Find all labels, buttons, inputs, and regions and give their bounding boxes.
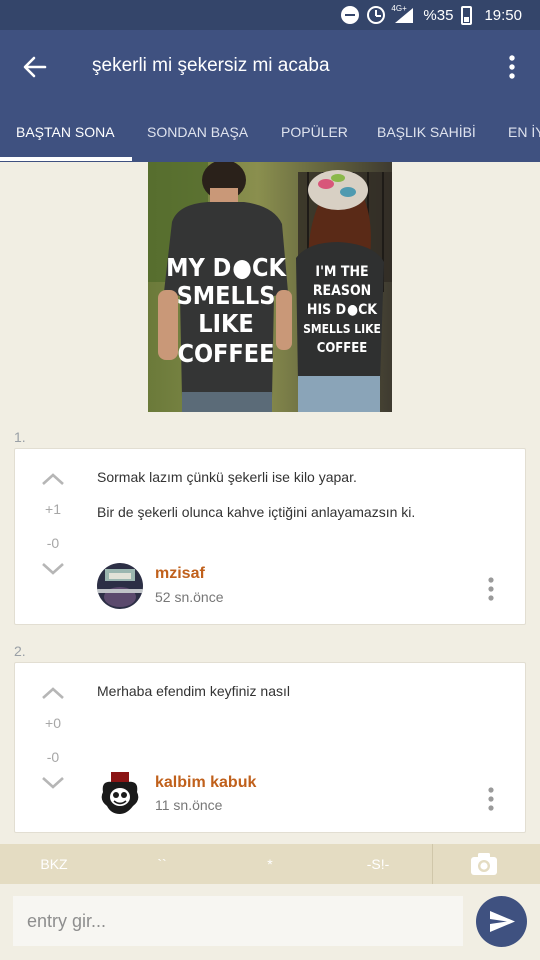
send-button[interactable] <box>476 896 527 947</box>
app-toolbar: şekerli mi şekersiz mi acaba <box>0 30 540 102</box>
more-vertical-icon <box>488 577 494 601</box>
composer <box>0 884 540 960</box>
arrow-left-icon <box>23 56 47 78</box>
left-shirt-line-2: SMELLS <box>177 281 276 310</box>
entry-input[interactable] <box>13 896 463 946</box>
downvote-count: -0 <box>46 535 60 551</box>
clock: 19:50 <box>484 6 522 24</box>
sort-tabs: BAŞTAN SONA SONDAN BAŞA POPÜLER BAŞLIK S… <box>0 102 540 162</box>
downvote-count: -0 <box>46 749 60 765</box>
alarm-icon <box>367 6 386 24</box>
right-shirt-line-1: I'M THE <box>315 264 368 280</box>
entry-time: 52 sn.önce <box>155 589 224 605</box>
avatar[interactable] <box>97 563 143 609</box>
format-toolbar: BKZ `` * -S!- <box>0 844 540 884</box>
entry-text-line: Bir de şekerli olunca kahve içtiğini anl… <box>97 504 416 520</box>
battery-icon <box>461 5 473 25</box>
upvote-button[interactable] <box>39 469 67 494</box>
asterisk-button[interactable]: * <box>238 844 302 884</box>
hidden-bkz-button[interactable]: `` <box>130 844 194 884</box>
more-vertical-icon <box>488 787 494 811</box>
overflow-menu-button[interactable] <box>502 52 522 82</box>
tab-bastan-sona[interactable]: BAŞTAN SONA <box>16 102 115 162</box>
chevron-down-icon <box>42 777 64 789</box>
downvote-button[interactable] <box>39 559 67 584</box>
do-not-disturb-icon <box>341 6 360 24</box>
user-avatar-image <box>97 563 143 609</box>
chevron-down-icon <box>42 563 64 575</box>
signal-icon: 4G+ <box>391 4 415 24</box>
toolbar-divider <box>432 844 433 884</box>
more-vertical-icon <box>509 55 515 79</box>
entry-text-line: Sormak lazım çünkü şekerli ise kilo yapa… <box>97 469 357 485</box>
entry-image[interactable]: MY D●CK SMELLS LIKE COFFEE I'M THE REASO… <box>148 162 392 412</box>
camera-button[interactable] <box>470 852 498 876</box>
entry-menu-button[interactable] <box>487 786 495 812</box>
right-shirt-line-4: SMELLS LIKE <box>303 322 381 336</box>
downvote-button[interactable] <box>39 773 67 798</box>
upvote-count: +1 <box>45 501 61 517</box>
user-avatar-image <box>97 770 143 816</box>
tab-sondan-basa[interactable]: SONDAN BAŞA <box>147 102 248 162</box>
battery-percent: %35 <box>423 6 454 24</box>
camera-icon <box>471 853 497 875</box>
back-button[interactable] <box>20 52 50 82</box>
send-icon <box>490 911 515 932</box>
tab-baslik-sahibi[interactable]: BAŞLIK SAHİBİ <box>377 102 476 162</box>
upvote-count: +0 <box>45 715 61 731</box>
chevron-up-icon <box>42 473 64 485</box>
left-shirt-line-3: LIKE <box>198 309 254 338</box>
couple-tshirt-photo: MY D●CK SMELLS LIKE COFFEE I'M THE REASO… <box>148 162 392 412</box>
network-type: 4G+ <box>391 4 407 13</box>
left-shirt-line-1: MY D●CK <box>166 253 287 282</box>
tab-en-iyi[interactable]: EN İY <box>508 102 540 162</box>
spoiler-button[interactable]: -S!- <box>346 844 410 884</box>
active-tab-indicator <box>0 157 132 161</box>
entry-menu-button[interactable] <box>487 576 495 602</box>
right-shirt-line-5: COFFEE <box>317 341 368 356</box>
tab-populer[interactable]: POPÜLER <box>281 102 348 162</box>
author-name[interactable]: kalbim kabuk <box>155 774 256 792</box>
avatar[interactable] <box>97 770 143 816</box>
entry-card: +0 -0 Merhaba efendim keyfiniz nasıl kal… <box>14 662 526 833</box>
chevron-up-icon <box>42 687 64 699</box>
entry-time: 11 sn.önce <box>155 797 223 813</box>
page-title: şekerli mi şekersiz mi acaba <box>92 55 330 76</box>
author-name[interactable]: mzisaf <box>155 565 205 583</box>
status-bar: 4G+ %35 19:50 <box>0 0 540 30</box>
bkz-button[interactable]: BKZ <box>20 844 88 884</box>
upvote-button[interactable] <box>39 683 67 708</box>
right-shirt-line-2: REASON <box>313 283 371 299</box>
left-shirt-line-4: COFFEE <box>177 339 274 368</box>
entry-number: 2. <box>14 643 26 659</box>
entry-text-line: Merhaba efendim keyfiniz nasıl <box>97 683 290 699</box>
entry-number: 1. <box>14 429 26 445</box>
entry-card: +1 -0 Sormak lazım çünkü şekerli ise kil… <box>14 448 526 625</box>
right-shirt-line-3: HIS D●CK <box>307 302 378 318</box>
